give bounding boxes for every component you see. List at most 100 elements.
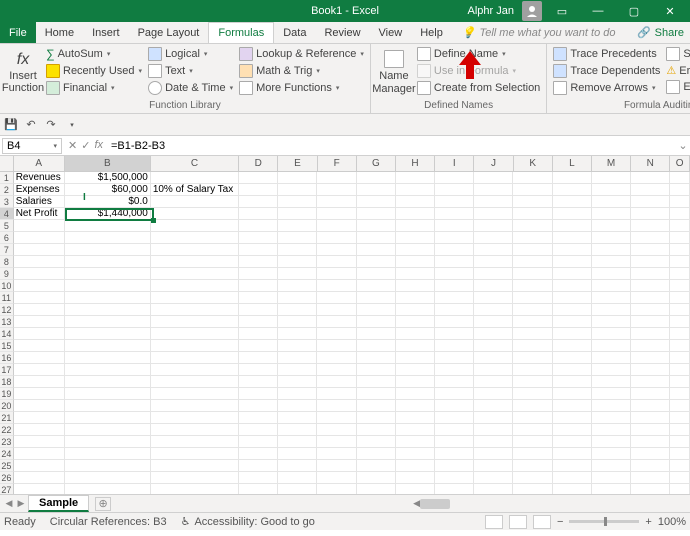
cell-I27[interactable]	[435, 484, 474, 494]
cell-B4[interactable]: $1,440,000	[65, 208, 151, 220]
cell-F2[interactable]	[317, 184, 356, 196]
cell-K3[interactable]	[513, 196, 552, 208]
cell-B17[interactable]	[65, 364, 151, 376]
tab-view[interactable]: View	[370, 22, 412, 43]
cell-K6[interactable]	[513, 232, 552, 244]
cell-M10[interactable]	[592, 280, 631, 292]
cell-D2[interactable]	[239, 184, 278, 196]
cell-N24[interactable]	[631, 448, 670, 460]
cell-H21[interactable]	[396, 412, 435, 424]
cell-A27[interactable]	[14, 484, 65, 494]
row-header-8[interactable]: 8	[0, 256, 14, 268]
cell-D11[interactable]	[239, 292, 278, 304]
cell-B19[interactable]	[65, 388, 151, 400]
cell-O27[interactable]	[670, 484, 690, 494]
cell-K16[interactable]	[513, 352, 552, 364]
cell-D20[interactable]	[239, 400, 278, 412]
cell-E23[interactable]	[278, 436, 317, 448]
cancel-formula-icon[interactable]: ✕	[68, 139, 77, 152]
cell-A24[interactable]	[14, 448, 65, 460]
cell-C3[interactable]	[151, 196, 239, 208]
cell-G15[interactable]	[357, 340, 396, 352]
cell-B1[interactable]: $1,500,000	[65, 172, 151, 184]
cell-C19[interactable]	[151, 388, 239, 400]
row-header-3[interactable]: 3	[0, 196, 14, 208]
col-header-H[interactable]: H	[396, 156, 435, 171]
cell-G10[interactable]	[357, 280, 396, 292]
cell-N21[interactable]	[631, 412, 670, 424]
cell-B12[interactable]	[65, 304, 151, 316]
cell-I24[interactable]	[435, 448, 474, 460]
cell-A9[interactable]	[14, 268, 65, 280]
col-header-D[interactable]: D	[239, 156, 278, 171]
cell-E15[interactable]	[278, 340, 317, 352]
cell-N4[interactable]	[631, 208, 670, 220]
cell-D16[interactable]	[239, 352, 278, 364]
cell-I19[interactable]	[435, 388, 474, 400]
cell-G6[interactable]	[357, 232, 396, 244]
cell-N20[interactable]	[631, 400, 670, 412]
cell-D7[interactable]	[239, 244, 278, 256]
cell-J22[interactable]	[474, 424, 513, 436]
cell-O7[interactable]	[670, 244, 690, 256]
cell-E14[interactable]	[278, 328, 317, 340]
cell-K13[interactable]	[513, 316, 552, 328]
insert-function-button[interactable]: fxInsert Function	[4, 46, 42, 99]
cell-F1[interactable]	[317, 172, 356, 184]
cell-E1[interactable]	[278, 172, 317, 184]
cell-D14[interactable]	[239, 328, 278, 340]
cell-K18[interactable]	[513, 376, 552, 388]
cell-G19[interactable]	[357, 388, 396, 400]
cell-O4[interactable]	[670, 208, 690, 220]
cell-I6[interactable]	[435, 232, 474, 244]
close-button[interactable]: ✕	[654, 0, 686, 22]
trace-precedents-button[interactable]: Trace Precedents	[551, 46, 662, 62]
cell-D13[interactable]	[239, 316, 278, 328]
cell-E2[interactable]	[278, 184, 317, 196]
row-header-10[interactable]: 10	[0, 280, 14, 292]
cell-D1[interactable]	[239, 172, 278, 184]
cell-E20[interactable]	[278, 400, 317, 412]
cell-B7[interactable]	[65, 244, 151, 256]
cell-J23[interactable]	[474, 436, 513, 448]
cell-D24[interactable]	[239, 448, 278, 460]
cell-M27[interactable]	[592, 484, 631, 494]
cell-E17[interactable]	[278, 364, 317, 376]
cell-F4[interactable]	[317, 208, 356, 220]
recently-used-button[interactable]: Recently Used▾	[44, 63, 144, 79]
cell-K22[interactable]	[513, 424, 552, 436]
zoom-level[interactable]: 100%	[658, 516, 686, 528]
cell-J17[interactable]	[474, 364, 513, 376]
cell-B25[interactable]	[65, 460, 151, 472]
cell-D18[interactable]	[239, 376, 278, 388]
cell-I4[interactable]	[435, 208, 474, 220]
cell-C2[interactable]: 10% of Salary Tax	[151, 184, 239, 196]
cell-L19[interactable]	[553, 388, 592, 400]
cell-J14[interactable]	[474, 328, 513, 340]
cell-H20[interactable]	[396, 400, 435, 412]
cell-B3[interactable]: $0.0	[65, 196, 151, 208]
view-page-layout-button[interactable]	[509, 515, 527, 529]
cell-F19[interactable]	[317, 388, 356, 400]
cell-N5[interactable]	[631, 220, 670, 232]
cell-K17[interactable]	[513, 364, 552, 376]
cell-E6[interactable]	[278, 232, 317, 244]
cell-G7[interactable]	[357, 244, 396, 256]
cell-A20[interactable]	[14, 400, 65, 412]
cell-K4[interactable]	[513, 208, 552, 220]
cell-N11[interactable]	[631, 292, 670, 304]
cell-F27[interactable]	[317, 484, 356, 494]
cell-O11[interactable]	[670, 292, 690, 304]
use-in-formula-button[interactable]: Use in Formula▾	[415, 63, 542, 79]
cell-M26[interactable]	[592, 472, 631, 484]
cell-L11[interactable]	[553, 292, 592, 304]
cell-G24[interactable]	[357, 448, 396, 460]
cell-E18[interactable]	[278, 376, 317, 388]
cell-O23[interactable]	[670, 436, 690, 448]
row-header-1[interactable]: 1	[0, 172, 14, 184]
cell-O19[interactable]	[670, 388, 690, 400]
cell-M21[interactable]	[592, 412, 631, 424]
cell-C13[interactable]	[151, 316, 239, 328]
autosum-button[interactable]: ∑AutoSum▾	[44, 46, 144, 62]
cell-F10[interactable]	[317, 280, 356, 292]
